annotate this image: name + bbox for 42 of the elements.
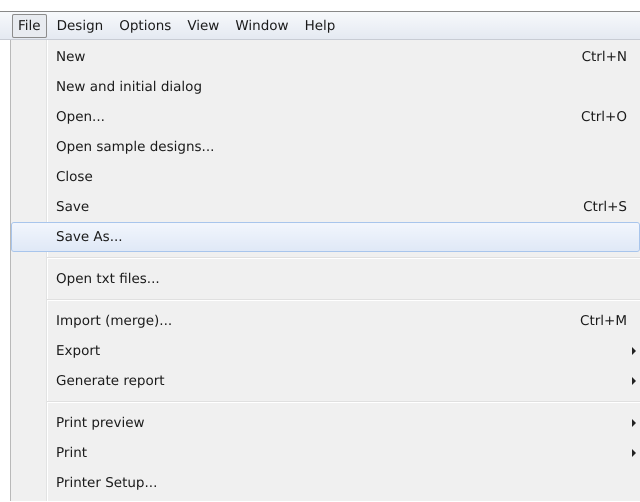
menu-item[interactable]: Generate report: [11, 366, 640, 396]
menu-item-label: Save: [56, 198, 90, 217]
submenu-arrow-icon: [632, 347, 636, 355]
menu-item[interactable]: Save Ctrl+S: [11, 192, 640, 222]
shortcut-label: Ctrl+S: [583, 198, 627, 217]
menu-item[interactable]: Export: [11, 336, 640, 366]
menubar-item[interactable]: Window: [229, 14, 295, 38]
menu-item[interactable]: Open... Ctrl+O: [11, 102, 640, 132]
submenu-arrow-icon: [632, 449, 636, 457]
menu-item-label: Export: [56, 342, 102, 361]
menu-item-label: Open txt files...: [56, 270, 161, 289]
menubar-item[interactable]: Design: [50, 14, 110, 38]
submenu-arrow-icon: [632, 377, 636, 385]
menu-item[interactable]: Open sample designs...: [11, 132, 640, 162]
menubar-item[interactable]: Options: [113, 14, 178, 38]
menu-item[interactable]: Import (merge)... Ctrl+M: [11, 306, 640, 336]
menu-item-label: Close: [56, 168, 94, 187]
menu-item-label: New: [56, 48, 86, 67]
menu-item-label: Open...: [56, 108, 106, 127]
shortcut-label: Ctrl+M: [580, 312, 627, 331]
menu-item[interactable]: Printer Setup...: [11, 468, 640, 498]
menu-item-label: Printer Setup...: [56, 474, 158, 493]
menubar-item[interactable]: View: [181, 14, 226, 38]
menu-item[interactable]: New and initial dialog: [11, 72, 640, 102]
menu-item-label: Save As...: [56, 228, 124, 247]
shortcut-label: Ctrl+N: [582, 48, 627, 67]
menu-item-label: Import (merge)...: [56, 312, 174, 331]
submenu-arrow-icon: [632, 419, 636, 427]
menubar-item[interactable]: File: [12, 14, 47, 38]
menu-item-label: Generate report: [56, 372, 166, 391]
menu-item[interactable]: Open txt files...: [11, 264, 640, 294]
menu-item-label: Print preview: [56, 414, 146, 433]
menu-item[interactable]: Print preview: [11, 408, 640, 438]
menu-item-label: Print: [56, 444, 88, 463]
menu-item[interactable]: Print: [11, 438, 640, 468]
menu-item[interactable]: Close: [11, 162, 640, 192]
menu-item-label: New and initial dialog: [56, 78, 204, 97]
menubar-item[interactable]: Help: [298, 14, 342, 38]
menu-item[interactable]: Save As...: [11, 222, 640, 252]
shortcut-label: Ctrl+O: [581, 108, 627, 127]
menu-item-label: Open sample designs...: [56, 138, 216, 157]
menu-item[interactable]: New Ctrl+N: [11, 42, 640, 72]
